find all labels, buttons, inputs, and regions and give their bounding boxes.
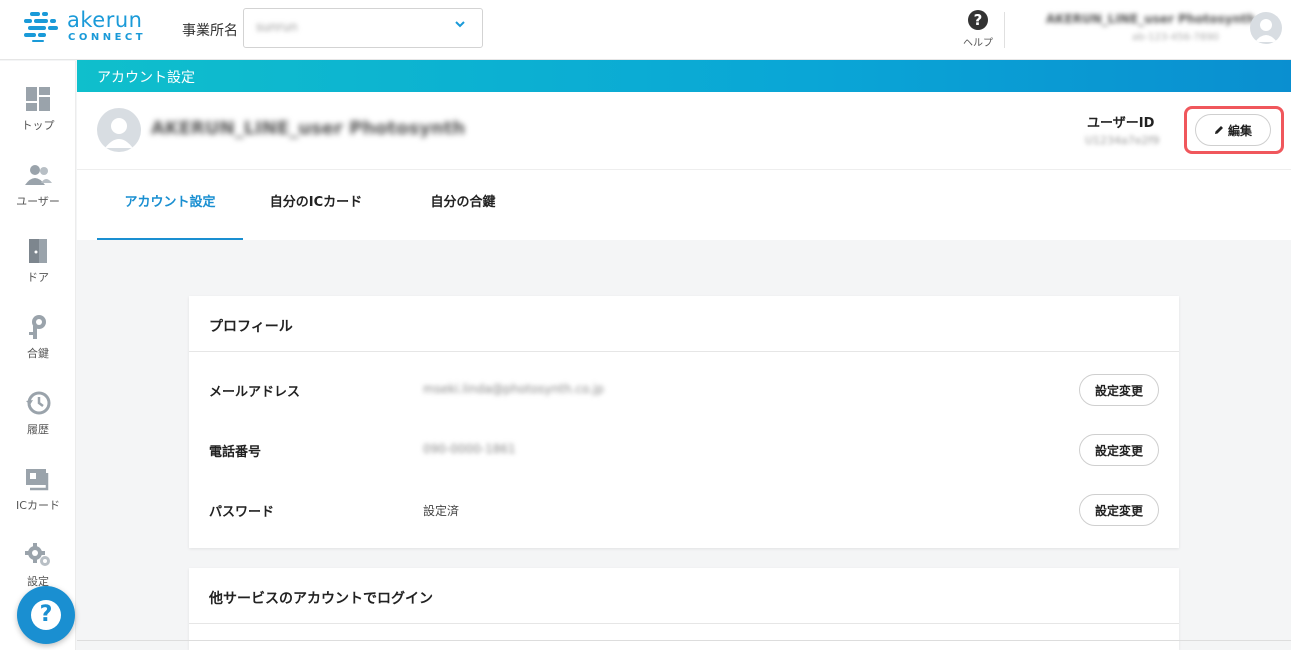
bottom-divider	[77, 640, 1291, 641]
edit-profile-button[interactable]: 編集	[1195, 114, 1271, 146]
sidebar: トップ ユーザー ドア 合鍵 履歴 ICカード 設定	[0, 61, 76, 650]
change-password-button[interactable]: 設定変更	[1079, 494, 1159, 526]
chevron-down-icon	[454, 18, 466, 34]
sidebar-item-label: 履歴	[27, 423, 49, 436]
help-button[interactable]: ? ヘルプ	[958, 10, 998, 50]
users-icon	[25, 165, 52, 185]
external-login-title: 他サービスのアカウントでログイン	[209, 591, 433, 607]
edit-button-label: 編集	[1227, 123, 1252, 138]
profile-name: AKERUN_LINE_user Photosynth	[151, 118, 466, 139]
office-label: 事業所名	[182, 23, 238, 39]
sidebar-item-label: トップ	[21, 119, 55, 132]
sidebar-item-ic-card[interactable]: ICカード	[0, 465, 76, 535]
user-id-label: ユーザーID	[1087, 116, 1155, 131]
tab-bar: アカウント設定 自分のICカード 自分の合鍵	[77, 170, 1291, 240]
history-icon	[26, 391, 51, 415]
phone-label: 電話番号	[209, 445, 262, 460]
profile-card-title: プロフィール	[209, 319, 293, 335]
card-divider	[189, 623, 1179, 624]
page-banner: アカウント設定	[77, 60, 1291, 92]
sidebar-item-top[interactable]: トップ	[0, 85, 76, 155]
ic-card-icon	[26, 469, 49, 491]
external-login-card: 他サービスのアカウントでログイン	[189, 568, 1179, 650]
profile-header: AKERUN_LINE_user Photosynth ユーザーID U1234…	[77, 92, 1291, 170]
dashboard-icon	[26, 87, 50, 111]
tab-my-keys[interactable]: 自分の合鍵	[413, 170, 513, 240]
user-avatar-icon	[105, 118, 133, 148]
page-title: アカウント設定	[97, 70, 195, 86]
phone-value: 090-0000-1861	[423, 442, 516, 456]
sidebar-item-key[interactable]: 合鍵	[0, 313, 76, 383]
header-avatar[interactable]	[1250, 12, 1282, 44]
tab-account-settings[interactable]: アカウント設定	[97, 170, 243, 240]
office-select[interactable]: sunrun	[243, 8, 483, 48]
change-email-button[interactable]: 設定変更	[1079, 374, 1159, 406]
tab-my-ic-card[interactable]: 自分のICカード	[257, 170, 375, 240]
logo-wordmark: akerun	[67, 8, 143, 32]
help-label: ヘルプ	[963, 38, 993, 49]
sidebar-item-users[interactable]: ユーザー	[0, 161, 76, 231]
help-fab-button[interactable]: ?	[17, 586, 75, 644]
logo-submark: CONNECT	[68, 32, 147, 43]
help-icon: ?	[968, 10, 988, 30]
sidebar-item-history[interactable]: 履歴	[0, 389, 76, 459]
email-label: メールアドレス	[209, 385, 301, 400]
office-select-value: sunrun	[256, 20, 298, 34]
tab-label: 自分のICカード	[269, 195, 363, 210]
card-divider	[189, 351, 1179, 352]
tab-label: 自分の合鍵	[430, 195, 496, 210]
password-value: 設定済	[423, 504, 460, 518]
tab-label: アカウント設定	[124, 195, 216, 210]
profile-avatar	[97, 108, 141, 152]
password-label: パスワード	[209, 505, 275, 520]
profile-card: プロフィール メールアドレス mseki.linda@photosynth.co…	[189, 296, 1179, 548]
key-icon	[29, 315, 46, 339]
sidebar-item-label: ユーザー	[16, 195, 60, 208]
user-avatar-icon	[1255, 19, 1277, 42]
pencil-icon	[1214, 125, 1223, 134]
sidebar-item-door[interactable]: ドア	[0, 237, 76, 307]
gear-icon	[25, 543, 50, 566]
header-user-sub: ab-123-456-7890	[1132, 32, 1219, 43]
akerun-logo[interactable]: akerun CONNECT	[24, 8, 144, 48]
header-divider	[1004, 12, 1005, 48]
sidebar-item-label: ドア	[27, 271, 49, 284]
email-value: mseki.linda@photosynth.co.jp	[423, 382, 604, 396]
top-header: akerun CONNECT 事業所名 sunrun ? ヘルプ AKERUN_…	[0, 0, 1291, 60]
user-id-value: U1234a7e2f9	[1085, 134, 1160, 147]
sidebar-item-label: ICカード	[16, 499, 60, 512]
help-fab-icon: ?	[31, 600, 61, 630]
sidebar-item-label: 合鍵	[27, 347, 49, 360]
header-user-name[interactable]: AKERUN_LINE_user Photosynth	[1046, 12, 1255, 26]
akerun-logo-mark-icon	[24, 12, 58, 42]
door-icon	[29, 239, 47, 263]
change-phone-button[interactable]: 設定変更	[1079, 434, 1159, 466]
